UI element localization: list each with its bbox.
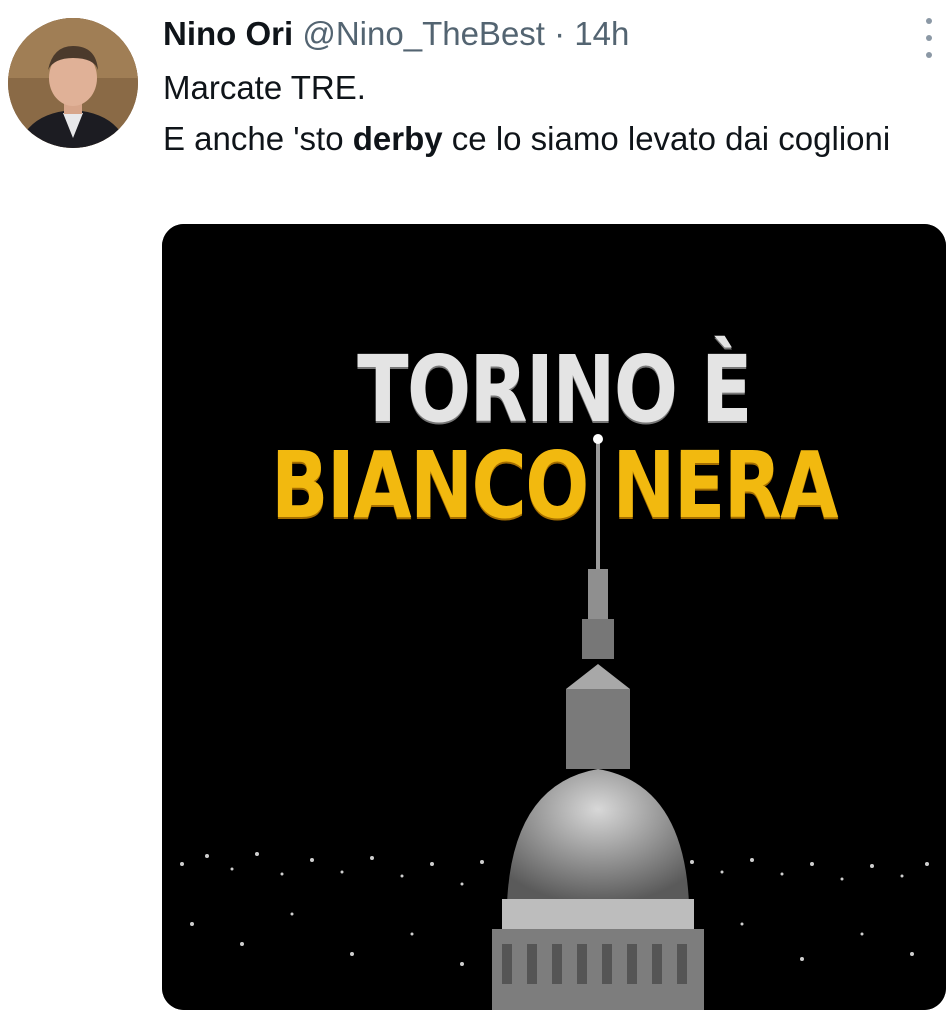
tweet-text: Marcate TRE. E anche 'sto derby ce lo si… bbox=[163, 62, 923, 164]
more-icon[interactable] bbox=[917, 18, 941, 58]
author-name[interactable]: Nino Ori bbox=[163, 15, 293, 52]
avatar-image bbox=[8, 18, 138, 148]
tweet[interactable]: Nino Ori @Nino_TheBest · 14h Marcate TRE… bbox=[0, 0, 951, 1024]
avatar[interactable] bbox=[8, 18, 138, 148]
tweet-header: Nino Ori @Nino_TheBest · 14h bbox=[163, 14, 891, 54]
timestamp[interactable]: 14h bbox=[574, 15, 629, 52]
media-title-line-2: BIANCO NERA bbox=[271, 432, 839, 539]
tweet-line-1: Marcate TRE. bbox=[163, 69, 366, 106]
author-handle[interactable]: @Nino_TheBest bbox=[302, 15, 545, 52]
media-title-line-1: TORINO È bbox=[357, 336, 752, 443]
hashtag-derby[interactable]: derby bbox=[353, 120, 443, 157]
tweet-line-2: E anche 'sto derby ce lo siamo levato da… bbox=[163, 113, 923, 164]
tweet-line-2-pre: E anche 'sto bbox=[163, 120, 353, 157]
separator-dot: · bbox=[554, 15, 566, 52]
tweet-line-2-post: ce lo siamo levato dai coglioni bbox=[442, 120, 891, 157]
tweet-media[interactable]: TORINO È BIANCO NERA bbox=[162, 224, 946, 1010]
